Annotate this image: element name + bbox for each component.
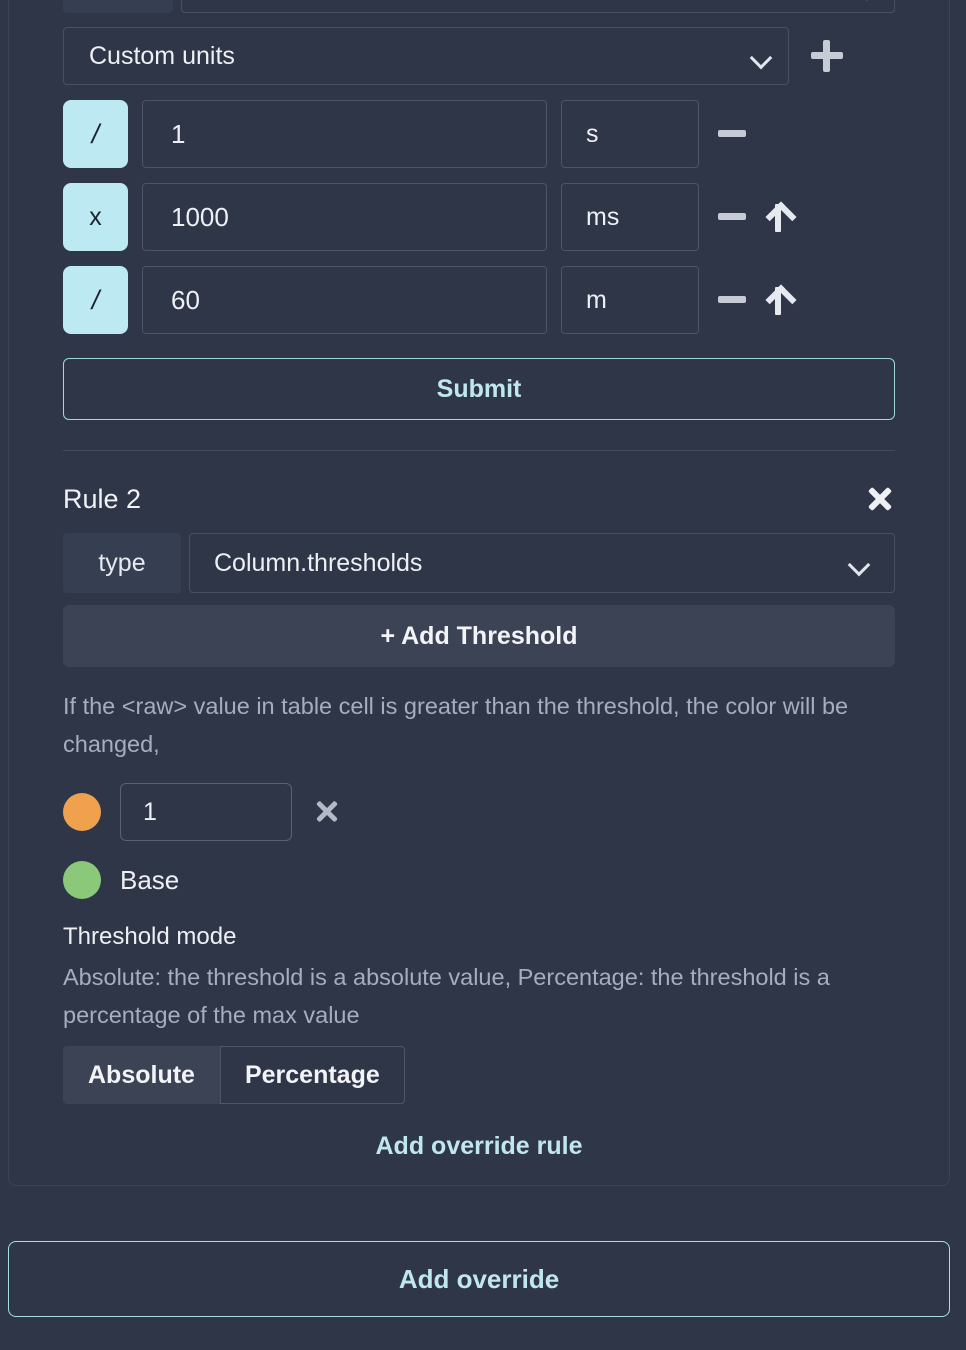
plus-icon[interactable]: [807, 36, 847, 76]
override-card-inner: type Column.unit Custom units / 1 s: [9, 0, 949, 1161]
override-card: type Column.unit Custom units / 1 s: [8, 0, 950, 1186]
add-override-rule-button[interactable]: Add override rule: [63, 1132, 895, 1161]
row-actions: [717, 283, 793, 317]
chevron-down-icon: [848, 556, 870, 570]
threshold-color-swatch[interactable]: [63, 793, 101, 831]
rule2-title: Rule 2: [63, 483, 142, 514]
rule2-type-value: Column.thresholds: [214, 548, 423, 577]
panel-viewport: type Column.unit Custom units / 1 s: [0, 0, 966, 1350]
unit-conversion-row: / 60 m: [63, 266, 895, 334]
threshold-mode-title: Threshold mode: [63, 923, 237, 950]
minus-icon[interactable]: [717, 202, 747, 232]
rule2-type-label: type: [63, 533, 181, 593]
close-icon[interactable]: [865, 484, 895, 514]
minus-icon[interactable]: [717, 119, 747, 149]
rule1-type-label: type: [63, 0, 173, 13]
base-color-swatch[interactable]: [63, 861, 101, 899]
rule1-type-value: Column.unit: [206, 0, 856, 1]
rule2-header: Rule 2: [63, 481, 895, 517]
conversion-unit-input[interactable]: ms: [561, 183, 699, 251]
base-label: Base: [120, 864, 180, 895]
threshold-help-text: If the <raw> value in table cell is grea…: [63, 693, 849, 757]
arrow-up-icon[interactable]: [763, 200, 793, 234]
conversion-value-input[interactable]: 60: [142, 266, 547, 334]
operator-badge[interactable]: /: [63, 100, 128, 168]
threshold-mode-toggle: Absolute Percentage: [63, 1046, 895, 1104]
custom-units-select[interactable]: Custom units: [63, 27, 789, 85]
rule2-type-select[interactable]: Column.thresholds: [189, 533, 895, 593]
threshold-mode-percentage[interactable]: Percentage: [219, 1046, 405, 1104]
threshold-value-input[interactable]: 1: [120, 783, 292, 841]
arrow-up-icon[interactable]: [763, 283, 793, 317]
conversion-unit-input[interactable]: m: [561, 266, 699, 334]
row-actions: [717, 200, 793, 234]
minus-icon[interactable]: [717, 285, 747, 315]
add-override-button[interactable]: Add override: [8, 1241, 950, 1317]
rule2-type-row: type Column.thresholds: [63, 533, 895, 593]
unit-conversion-row: / 1 s: [63, 100, 895, 168]
custom-units-row: Custom units: [63, 27, 895, 85]
conversion-unit-input[interactable]: s: [561, 100, 699, 168]
operator-badge[interactable]: /: [63, 266, 128, 334]
remove-threshold-icon[interactable]: [314, 799, 340, 825]
conversion-value-input[interactable]: 1000: [142, 183, 547, 251]
rule-divider: [63, 450, 895, 451]
operator-badge[interactable]: x: [63, 183, 128, 251]
threshold-mode-description: Absolute: the threshold is a absolute va…: [63, 964, 830, 1028]
unit-conversion-row: x 1000 ms: [63, 183, 895, 251]
rule1-type-select[interactable]: Column.unit: [181, 0, 895, 13]
conversion-value-input[interactable]: 1: [142, 100, 547, 168]
rule1-type-row: type Column.unit: [63, 0, 895, 13]
row-actions: [717, 119, 747, 149]
submit-button[interactable]: Submit: [63, 358, 895, 420]
add-threshold-button[interactable]: + Add Threshold: [63, 605, 895, 667]
chevron-down-icon: [750, 49, 772, 63]
threshold-item: 1: [63, 783, 895, 841]
threshold-base-row: Base: [63, 861, 895, 899]
custom-units-value: Custom units: [89, 41, 235, 70]
threshold-mode-absolute[interactable]: Absolute: [63, 1046, 220, 1104]
